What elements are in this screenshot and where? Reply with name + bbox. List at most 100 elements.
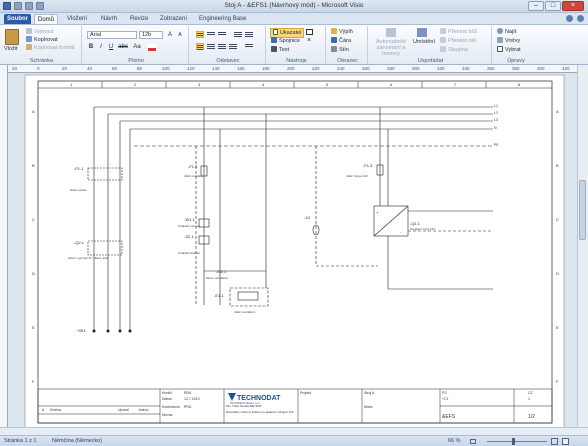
position-icon[interactable] [417,28,427,37]
connector-icon [271,37,277,43]
tab-insert[interactable]: Vložení [64,14,90,24]
shrink-font-button[interactable]: A [176,31,184,39]
find-icon [497,28,503,34]
font-color-icon[interactable] [148,44,156,51]
tab-file[interactable]: Soubor [4,14,31,24]
bring-forward-button[interactable]: Přenést blíž [440,28,477,36]
language-indicator[interactable]: Němčina (Německo) [52,438,102,444]
format-painter-icon [26,44,32,50]
text-direction-icon[interactable] [245,43,253,50]
group-button[interactable]: Skupina [440,46,468,54]
tab-engineering-base[interactable]: Engineering Base [196,14,249,24]
vertical-scroll-thumb[interactable] [579,180,586,240]
help-icon[interactable] [577,15,584,22]
zoom-slider-knob[interactable] [512,438,515,445]
drawing-svg: 12345678 A AB BC CD DE EF F L1 L2 L3 N PE [24,74,565,427]
group-label: Obrazec [337,58,358,64]
tab-design[interactable]: Návrh [98,14,120,24]
maximize-button[interactable]: □ [545,1,561,11]
close-tool-icon[interactable]: × [307,37,311,44]
ruler-tick-label: 0 [37,66,40,71]
close-button[interactable]: × [562,1,584,11]
align-top-icon[interactable] [196,31,204,38]
minimize-button[interactable]: – [528,1,544,11]
fit-page-icon[interactable] [470,439,476,444]
grow-font-button[interactable]: A [166,31,174,39]
zoom-slider[interactable] [487,441,547,442]
bullets-icon[interactable] [245,31,253,38]
copy-button[interactable]: Kopírovat [26,36,58,44]
align-bottom-icon[interactable] [218,31,226,38]
label-s21: -S2.1 [184,234,194,239]
align-middle-icon[interactable] [207,31,215,38]
bold-button[interactable]: B [87,43,95,51]
bus-label-pe: PE [494,143,499,147]
switch-windows-icon[interactable] [562,438,569,445]
desc-w1: Ovládací obvody [178,224,201,228]
justify-icon[interactable] [229,43,237,50]
desc-f11: Hlavní jističe [70,188,87,192]
horizontal-ruler: 20 0 20 40 60 80 100 120 140 160 180 200 220 240 260 28… [8,65,577,73]
tb-changes: Změna [50,408,61,412]
italic-button[interactable]: I [97,43,105,51]
group-label: Odstavec [216,58,240,64]
align-left-icon[interactable] [196,43,204,50]
help-area [566,15,584,22]
tab-view[interactable]: Zobrazení [157,14,190,24]
ruler-tick-label: 40 [87,66,93,71]
align-center-icon[interactable] [207,43,215,50]
tb-checked: Kontroloval [162,405,180,409]
cut-button[interactable]: Vyjmout [26,28,54,36]
select-button[interactable]: Vybrat [497,46,521,54]
page-indicator[interactable]: Stránka 1 z 1 [4,438,36,444]
ruler-tick-label: 60 [112,66,118,71]
underline-button[interactable]: U [107,43,115,51]
fill-button[interactable]: Výplň [331,28,353,36]
tb-site: +C1 [442,397,449,401]
text-tool-button[interactable]: Text [271,46,289,54]
format-painter-button[interactable]: Kopírovat formát [26,44,75,52]
vertical-scrollbar[interactable] [577,65,588,427]
paste-icon[interactable] [5,29,19,45]
font-family-select[interactable]: Arial [87,31,137,39]
minimize-ribbon-icon[interactable] [566,15,573,22]
tb-author: Kreslil [162,391,172,395]
change-case-button[interactable]: Aa [132,43,142,51]
indent-icon[interactable] [234,31,242,38]
tb-author-val: RRA [184,391,192,395]
rectangle-tool-icon[interactable] [306,29,313,35]
align-right-icon[interactable] [218,43,226,50]
tb-drawing-no: &EFS [442,414,456,420]
ruler-tick-label: 340 [462,66,470,71]
connector-tool-button[interactable]: Spojnice [271,37,300,45]
tb-project-val: Stroj A [364,391,375,395]
terminal [118,329,122,333]
group-label: Schránka [29,58,54,64]
row-label: D [32,271,35,276]
line-button[interactable]: Čára [331,37,351,45]
position-button[interactable]: Umístění [413,39,435,46]
auto-align-button[interactable]: Automatické zarovnání a mezery [372,39,410,57]
tab-home[interactable]: Domů [34,14,59,24]
tab-review[interactable]: Revize [127,14,151,24]
strikethrough-button[interactable]: abc [117,43,129,51]
paste-button[interactable]: Vložit [4,46,17,53]
drawing-canvas[interactable]: 12345678 AABBCCDDEEFF L1 L2 L3 N PE -F1.… [8,73,577,427]
group-paragraph: Odstavec [191,26,266,64]
shadow-button[interactable]: Stín [331,46,349,54]
tb-date: Datum [162,397,172,401]
zoom-level[interactable]: 66 % [448,438,461,444]
label-xk1: ~XK1 [76,328,87,333]
ruler-tick-label: 400 [537,66,545,71]
auto-align-icon[interactable] [386,28,396,37]
terminal [106,329,110,333]
font-size-select[interactable]: 12b [139,31,163,39]
tb-norm: Norma [162,413,173,417]
send-backward-button[interactable]: Přenést dál [440,37,476,45]
find-button[interactable]: Najít [497,28,516,36]
ruler-tick-label: 180 [262,66,270,71]
row-label: E [32,325,35,330]
layers-button[interactable]: Vrstvy [497,37,520,45]
tb-ps: PS [442,391,447,395]
full-screen-icon[interactable] [551,438,558,445]
